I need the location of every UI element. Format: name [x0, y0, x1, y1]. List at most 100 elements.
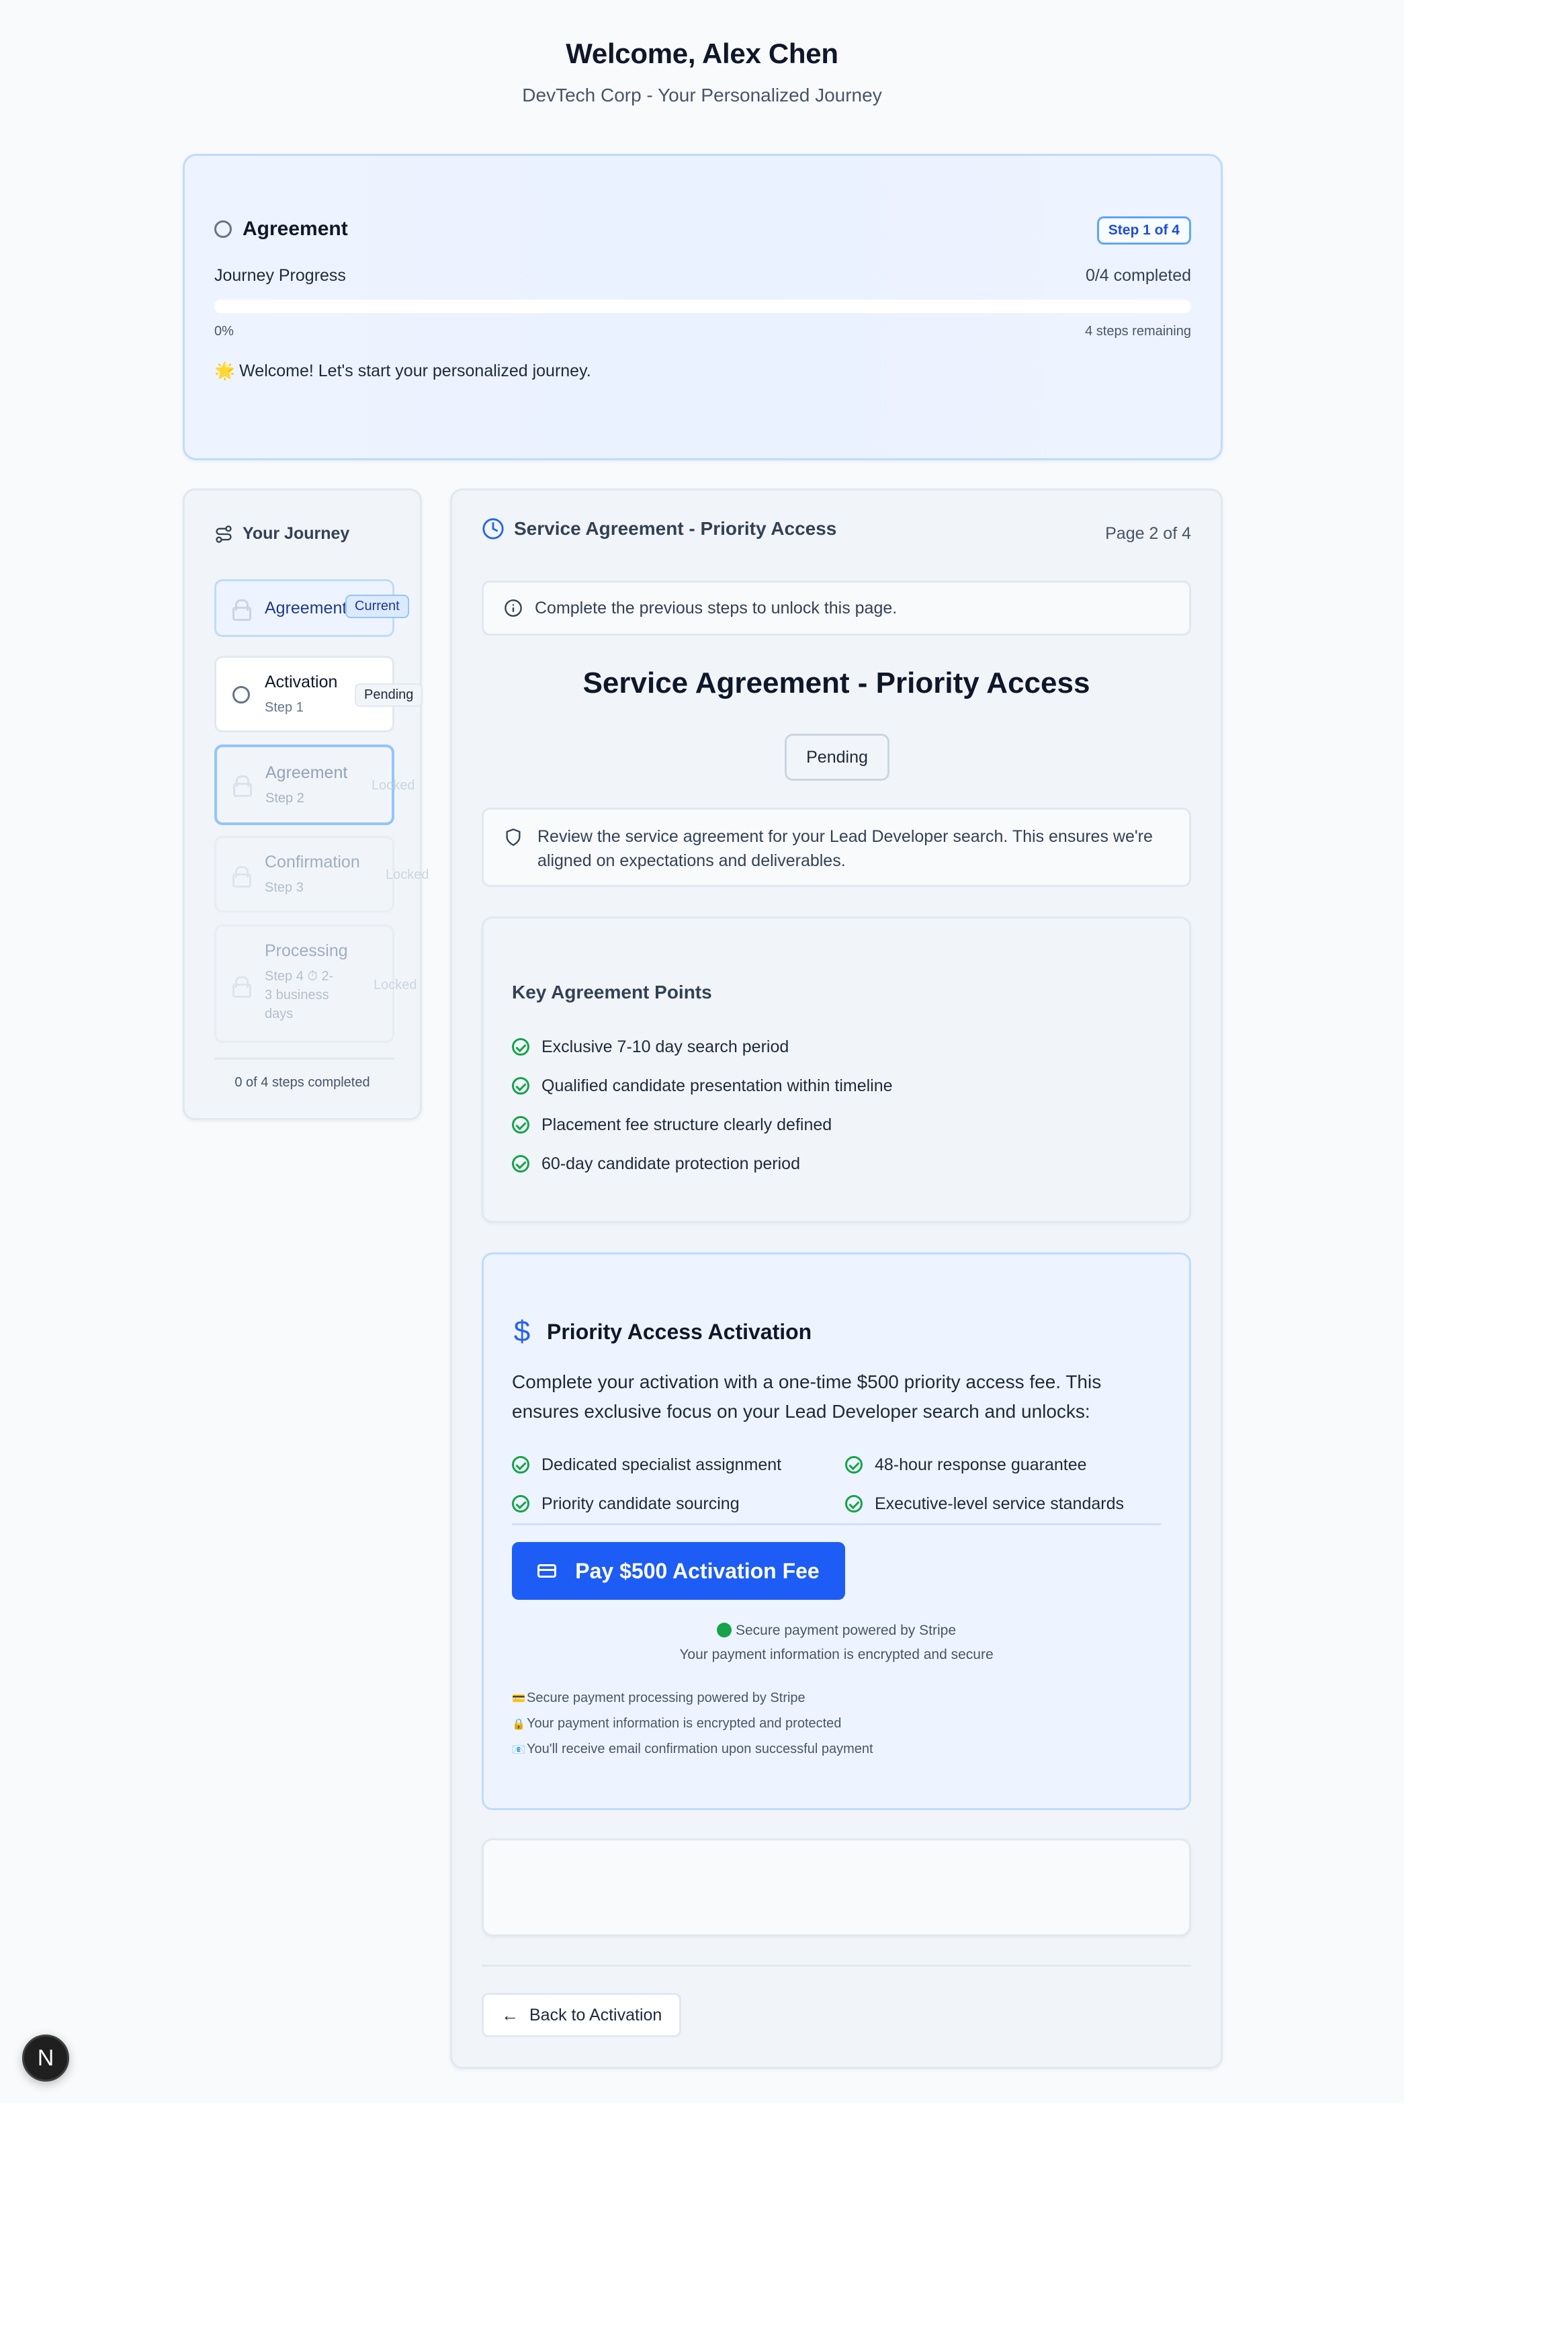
sidebar-item-agreement[interactable]: Agreement Step 2 Locked	[214, 744, 415, 825]
status-pending-button[interactable]: Pending	[785, 734, 889, 781]
arrow-left-icon: ←	[501, 2004, 519, 2025]
list-item-text: Exclusive 7-10 day search period	[541, 1037, 789, 1056]
sidebar-item-label: Activation	[265, 673, 338, 691]
priority-access-header: $ Priority Access Activation	[512, 1315, 812, 1349]
back-to-activation-button[interactable]: ← Back to Activation	[482, 1993, 682, 2037]
locked-notice: Complete the previous steps to unlock th…	[482, 581, 1191, 636]
priority-access-description: Complete your activation with a one-time…	[512, 1371, 1102, 1422]
sidebar-item-activation[interactable]: Activation Step 1 Pending	[214, 656, 423, 732]
sidebar-footer: 0 of 4 steps completed	[234, 1075, 370, 1090]
lock-icon	[232, 599, 251, 621]
locked-badge: Locked	[372, 778, 415, 793]
progress-meta: 0% 4 steps remaining	[214, 324, 1191, 339]
lock-icon	[232, 866, 251, 888]
sidebar-item-sub: 3 business	[265, 988, 329, 1002]
list-item: Priority candidate sourcing	[512, 1484, 845, 1523]
review-info-text: Review the service agreement for your Le…	[537, 827, 1153, 870]
sidebar-item-sub: days	[265, 1007, 294, 1021]
list-item-text: Priority candidate sourcing	[541, 1494, 740, 1513]
list-item: Qualified candidate presentation within …	[512, 1066, 893, 1105]
step-badge: Step 1 of 4	[1096, 216, 1191, 245]
sidebar-item-confirmation[interactable]: Confirmation Step 3 Locked	[214, 836, 429, 912]
sidebar-header: Your Journey	[214, 524, 349, 544]
pay-activation-fee-button[interactable]: Pay $500 Activation Fee	[512, 1542, 845, 1600]
pay-button-label: Pay $500 Activation Fee	[575, 1558, 820, 1583]
lock-icon	[233, 775, 252, 797]
welcome-message-text: Welcome! Let's start your personalized j…	[239, 361, 591, 380]
payment-notes: 💳 Secure payment processing powered by St…	[512, 1686, 873, 1762]
welcome-message: 🌟 Welcome! Let's start your personalized…	[214, 361, 591, 381]
sidebar-item-sub: Step 4 ⏱ 2-	[265, 969, 334, 984]
list-item: Placement fee structure clearly defined	[512, 1105, 893, 1144]
star-icon: 🌟	[214, 361, 236, 380]
check-circle-icon	[512, 1155, 529, 1172]
sidebar-divider	[214, 1058, 394, 1060]
empty-content-card	[482, 1838, 1191, 1936]
key-points-list: Exclusive 7-10 day search period Qualifi…	[512, 1027, 893, 1183]
current-step-label: Agreement	[243, 218, 348, 240]
circle-icon	[214, 220, 232, 238]
status-dot-icon	[716, 1623, 732, 1637]
route-icon	[216, 525, 232, 543]
clock-icon	[482, 518, 504, 540]
locked-notice-text: Complete the previous steps to unlock th…	[535, 598, 898, 617]
divider	[512, 1523, 1161, 1525]
journey-progress-card: Agreement Step 1 of 4 Journey Progress 0…	[183, 154, 1223, 460]
review-info-box: Review the service agreement for your Le…	[482, 808, 1191, 887]
payment-note: 🔒 Your payment information is encrypted a…	[512, 1711, 873, 1737]
list-item-text: Qualified candidate presentation within …	[541, 1076, 893, 1095]
progress-row: Journey Progress 0/4 completed	[214, 266, 1191, 286]
sidebar-item-label: Confirmation	[265, 853, 360, 871]
lock-icon	[232, 976, 251, 998]
app-canvas: Welcome, Alex Chen DevTech Corp - Your P…	[0, 0, 1404, 2103]
dollar-icon: $	[513, 1315, 531, 1348]
current-badge: Current	[345, 595, 409, 618]
list-item-text: Placement fee structure clearly defined	[541, 1115, 832, 1134]
key-points-title: Key Agreement Points	[512, 982, 712, 1002]
journey-sidebar: Your Journey Agreement Current Activatio…	[183, 488, 429, 1120]
progress-percent: 0%	[214, 324, 234, 339]
sidebar-title: Your Journey	[243, 524, 350, 543]
encryption-note: Your payment information is encrypted an…	[679, 1647, 994, 1662]
back-button-label: Back to Activation	[529, 2005, 662, 2024]
steps-remaining: 4 steps remaining	[1085, 324, 1191, 339]
benefits-list: Dedicated specialist assignment 48-hour …	[512, 1445, 1184, 1523]
list-item: Exclusive 7-10 day search period	[512, 1027, 893, 1066]
sidebar-item-agreement-current[interactable]: Agreement Current	[214, 579, 409, 637]
page-indicator: Page 2 of 4	[1105, 524, 1191, 543]
sidebar-item-label: Agreement	[265, 763, 348, 782]
pending-badge: Pending	[355, 683, 423, 707]
list-item: 48-hour response guarantee	[845, 1445, 1178, 1484]
email-icon: 📧	[512, 1744, 525, 1756]
sidebar-item-sub: Step 2	[265, 791, 304, 806]
dev-tools-button[interactable]: N	[22, 2035, 69, 2082]
payment-note-text: Secure payment processing powered by Str…	[527, 1691, 805, 1705]
page-title: Welcome, Alex Chen	[566, 38, 838, 69]
credit-card-icon: 💳	[512, 1693, 525, 1705]
circle-icon	[232, 686, 250, 703]
lock-icon: 🔒	[512, 1719, 525, 1730]
footer-divider	[482, 1965, 1191, 1967]
locked-badge: Locked	[386, 867, 429, 882]
check-circle-icon	[845, 1456, 863, 1474]
check-circle-icon	[512, 1495, 529, 1512]
sidebar-item-processing[interactable]: Processing Step 4 ⏱ 2- 3 business days L…	[214, 925, 417, 1043]
check-circle-icon	[512, 1038, 529, 1056]
payment-note-text: Your payment information is encrypted an…	[527, 1716, 842, 1731]
credit-card-icon	[537, 1564, 557, 1578]
check-circle-icon	[512, 1116, 529, 1134]
current-step-title: Agreement	[214, 218, 348, 241]
list-item: Dedicated specialist assignment	[512, 1445, 845, 1484]
list-item-text: 60-day candidate protection period	[541, 1154, 800, 1173]
agreement-title: Service Agreement - Priority Access	[582, 667, 1090, 699]
payment-note-text: You'll receive email confirmation upon s…	[527, 1742, 873, 1756]
list-item-text: Dedicated specialist assignment	[541, 1455, 782, 1474]
main-header: Service Agreement - Priority Access	[482, 517, 836, 540]
main-header-title: Service Agreement - Priority Access	[514, 518, 837, 539]
priority-access-title: Priority Access Activation	[547, 1319, 812, 1344]
locked-badge: Locked	[374, 978, 417, 992]
page-header: Welcome, Alex Chen DevTech Corp - Your P…	[0, 38, 1404, 106]
sidebar-item-label: Agreement	[265, 599, 347, 617]
page-subtitle: DevTech Corp - Your Personalized Journey	[522, 85, 882, 105]
list-item-text: 48-hour response guarantee	[875, 1455, 1087, 1474]
